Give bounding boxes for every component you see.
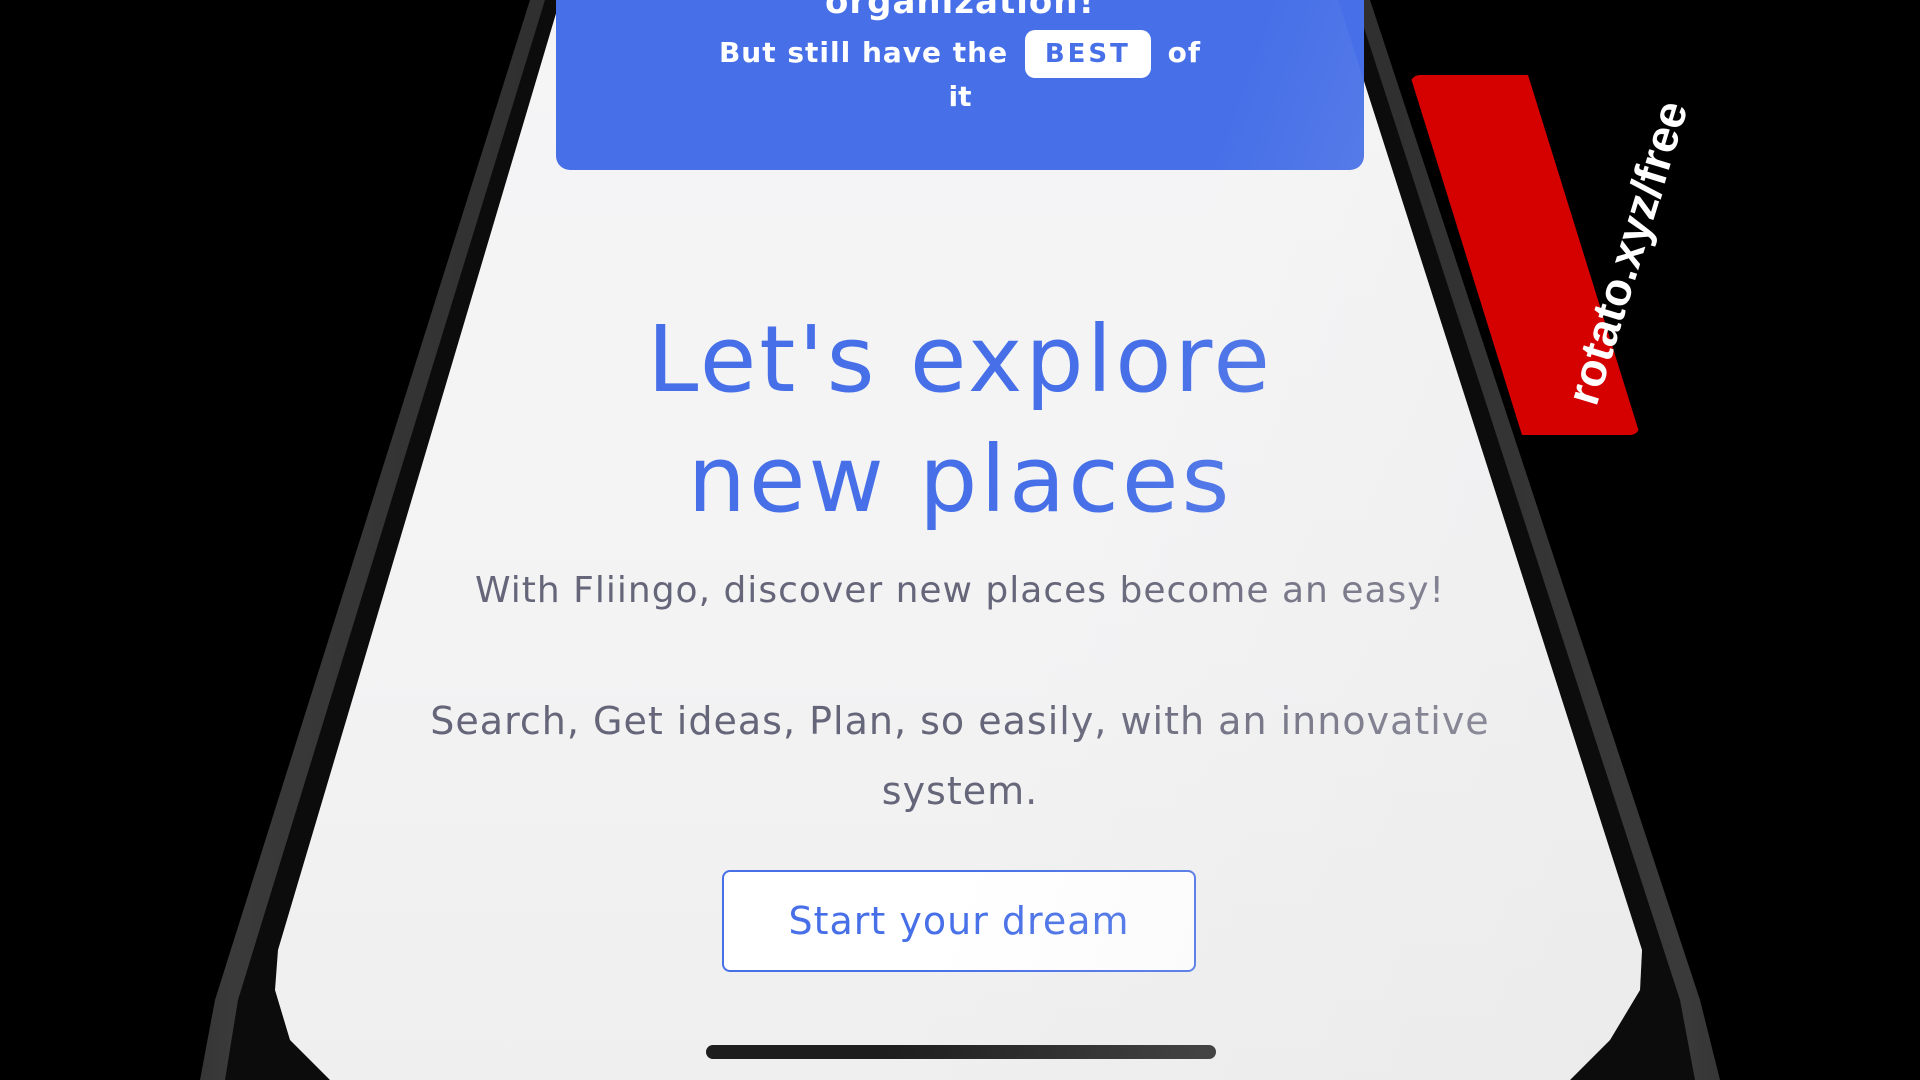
hero-title-line2: new places <box>687 426 1233 533</box>
best-badge: BEST <box>1024 30 1151 78</box>
hero-title: Let's explore new places <box>440 300 1480 540</box>
banner-text-prefix: But still have the <box>718 36 1009 69</box>
start-your-dream-button[interactable]: Start your dream <box>722 870 1196 972</box>
banner-text-line2: it <box>948 80 972 113</box>
hero-title-line1: Let's explore <box>647 306 1273 413</box>
hero-tagline: Search, Get ideas, Plan, so easily, with… <box>430 699 1490 813</box>
hero-subtitle: With Fliingo, discover new places become… <box>474 570 1445 611</box>
home-indicator[interactable] <box>706 1045 1216 1059</box>
banner-text: But still have the BEST of <box>556 30 1364 78</box>
banner-title: organization! <box>825 0 1095 22</box>
device-mockup: organization! But still have the BEST of… <box>0 0 1920 1080</box>
banner-text-suffix: of <box>1167 36 1202 69</box>
